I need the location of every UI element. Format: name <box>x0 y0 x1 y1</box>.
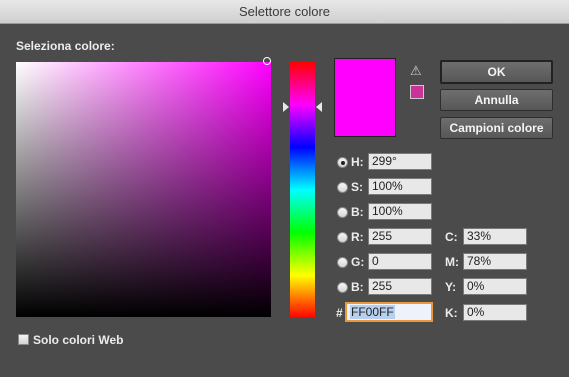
hex-value: FF00FF <box>350 305 395 319</box>
g-radio[interactable] <box>337 257 348 268</box>
hex-field[interactable]: FF00FF <box>345 302 433 322</box>
web-only-label[interactable]: Solo colori Web <box>33 333 123 347</box>
saturation-brightness-field[interactable] <box>16 62 271 317</box>
window-title: Selettore colore <box>0 0 569 24</box>
s-radio[interactable] <box>337 182 348 193</box>
cancel-button[interactable]: Annulla <box>440 89 553 111</box>
blue-label: B: <box>351 280 364 294</box>
r-radio[interactable] <box>337 232 348 243</box>
hex-label: # <box>336 306 343 320</box>
color-swatches-button[interactable]: Campioni colore <box>440 117 553 139</box>
s-field[interactable]: 100% <box>368 178 432 195</box>
hue-slider[interactable] <box>290 62 315 318</box>
web-only-checkbox[interactable] <box>18 334 29 345</box>
warning-triangle-icon[interactable]: ⚠ <box>410 64 422 77</box>
websafe-color-swatch[interactable] <box>410 85 424 99</box>
k-field[interactable]: 0% <box>463 304 527 321</box>
b-field[interactable]: 100% <box>368 203 432 220</box>
c-field[interactable]: 33% <box>463 228 527 245</box>
blue-field[interactable]: 255 <box>368 278 432 295</box>
m-label: M: <box>445 255 459 269</box>
b-label: B: <box>351 205 364 219</box>
color-picker-dialog: Seleziona colore: ⚠ OK Annulla Campioni … <box>0 24 569 377</box>
g-field[interactable]: 0 <box>368 253 432 270</box>
blue-radio[interactable] <box>337 282 348 293</box>
y-field[interactable]: 0% <box>463 278 527 295</box>
r-label: R: <box>351 230 364 244</box>
r-field[interactable]: 255 <box>368 228 432 245</box>
hue-slider-left-handle-icon[interactable] <box>283 102 289 112</box>
h-radio[interactable] <box>337 157 348 168</box>
h-field[interactable]: 299° <box>368 153 432 170</box>
hue-slider-right-handle-icon[interactable] <box>316 102 322 112</box>
ok-button[interactable]: OK <box>440 60 553 84</box>
b-radio[interactable] <box>337 207 348 218</box>
k-label: K: <box>445 306 458 320</box>
select-color-label: Seleziona colore: <box>16 39 115 53</box>
s-label: S: <box>351 180 363 194</box>
current-color-swatch <box>334 58 396 137</box>
m-field[interactable]: 78% <box>463 253 527 270</box>
picker-cursor[interactable] <box>263 57 271 65</box>
c-label: C: <box>445 230 458 244</box>
h-label: H: <box>351 155 364 169</box>
g-label: G: <box>351 255 365 269</box>
y-label: Y: <box>445 280 457 294</box>
